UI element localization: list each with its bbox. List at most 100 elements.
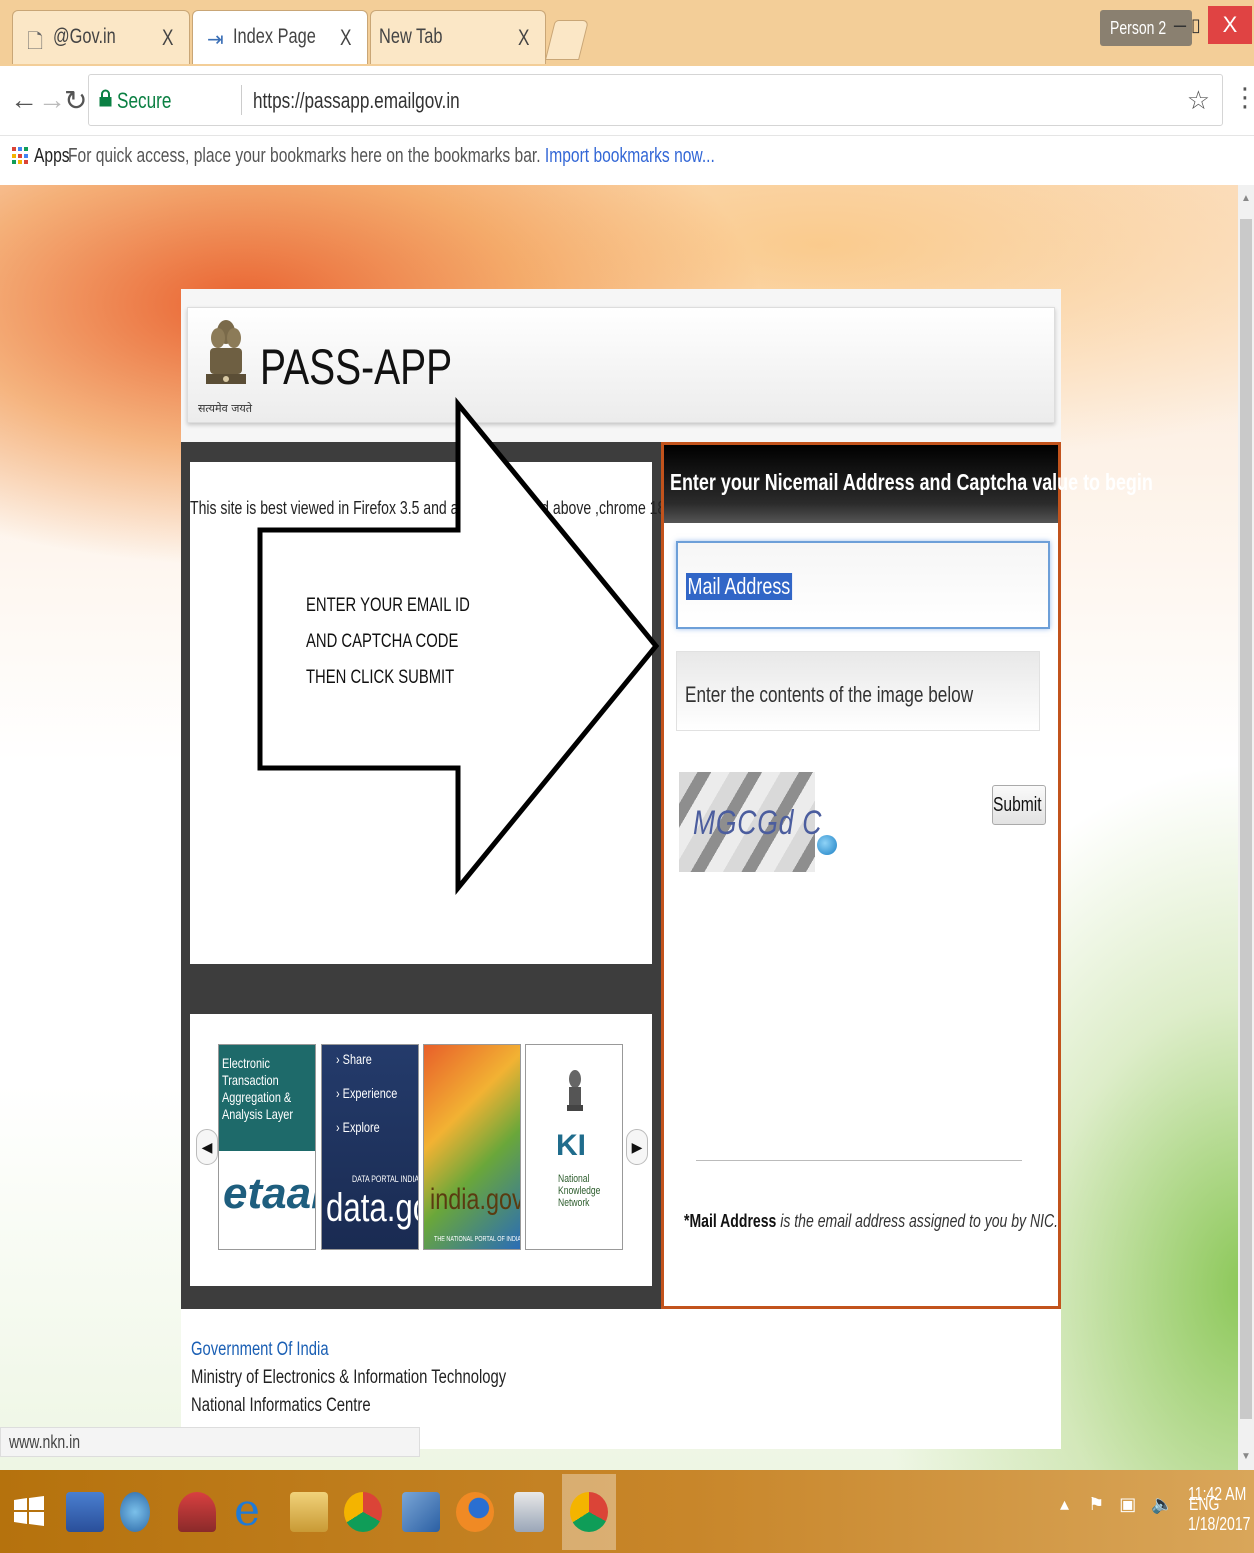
reload-icon[interactable]: ↻ <box>64 84 87 117</box>
taskbar: e ▴ ⚑ ▣ 🔈 ENG 11:42 AM 1/18/2017 <box>0 1470 1254 1553</box>
tab-label: New Tab <box>379 25 443 48</box>
snipping-tool-icon[interactable] <box>178 1492 216 1532</box>
refresh-captcha-icon[interactable] <box>817 835 837 855</box>
etaal-logo: etaal <box>223 1169 316 1218</box>
emblem-icon <box>567 1070 583 1111</box>
bookmarks-bar: Apps For quick access, place your bookma… <box>0 137 1254 185</box>
vertical-scrollbar[interactable]: ▲ ▼ <box>1238 185 1254 1470</box>
divider <box>696 1160 1022 1161</box>
submit-label: Submit <box>993 793 1042 816</box>
tab-gov-in[interactable]: 🗋 @Gov.in X <box>12 10 190 64</box>
mail-address-input[interactable]: Mail Address <box>676 541 1050 629</box>
india-gov-in-banner[interactable]: india.gov.in THE NATIONAL PORTAL OF INDI… <box>423 1044 521 1250</box>
left-panel: This site is best viewed in Firefox 3.5 … <box>181 442 739 1309</box>
status-url-text: www.nkn.in <box>9 1432 81 1452</box>
captcha-input[interactable]: Enter the contents of the image below <box>676 651 1040 731</box>
tab-index-page[interactable]: ⇥ Index Page X <box>192 10 368 64</box>
app-icon[interactable] <box>402 1492 440 1532</box>
form-header: Enter your Nicemail Address and Captcha … <box>664 445 1153 523</box>
browser-compatibility-note: This site is best viewed in Firefox 3.5 … <box>190 498 739 518</box>
india-gov-tagline: THE NATIONAL PORTAL OF INDIA <box>434 1236 521 1243</box>
carousel-prev-icon[interactable]: ◀ <box>196 1129 218 1165</box>
page-icon: 🗋 <box>27 31 44 53</box>
close-tab-icon[interactable]: X <box>340 25 351 51</box>
ministry-text: Ministry of Electronics & Information Te… <box>191 1367 507 1388</box>
windows-start-icon[interactable] <box>14 1496 44 1526</box>
app-header: सत्यमेव जयते PASS-APP <box>187 307 1055 423</box>
menu-icon[interactable]: ⋮ <box>1232 82 1254 113</box>
page-title: PASS-APP <box>260 339 453 395</box>
internet-explorer-icon[interactable]: e <box>234 1489 272 1533</box>
captcha-placeholder: Enter the contents of the image below <box>685 682 974 707</box>
annotation-line: THEN CLICK SUBMIT <box>306 667 455 688</box>
partner-carousel: ◀ Electronic Transaction Aggregation & A… <box>190 1014 652 1286</box>
status-bar-url: www.nkn.in <box>0 1427 420 1457</box>
login-form-panel: Enter your Nicemail Address and Captcha … <box>661 442 1153 1309</box>
national-emblem-icon: सत्यमेव जयते <box>198 320 253 415</box>
close-tab-icon[interactable]: X <box>518 25 529 51</box>
calculator-icon[interactable] <box>514 1492 544 1532</box>
clock-date[interactable]: 1/18/2017 <box>1188 1514 1250 1535</box>
submit-button[interactable]: Submit <box>992 785 1046 825</box>
chrome-running-icon[interactable] <box>570 1492 608 1532</box>
mail-address-value: Mail Address <box>686 573 792 600</box>
scroll-thumb[interactable] <box>1240 219 1252 1419</box>
new-tab-button[interactable] <box>545 20 589 60</box>
apps-grid-icon[interactable] <box>12 147 30 165</box>
bookmarks-hint-text: For quick access, place your bookmarks h… <box>68 145 541 167</box>
datagov-item: › Experience <box>336 1085 398 1101</box>
action-center-icon[interactable]: ⚑ <box>1088 1494 1104 1514</box>
clock-time[interactable]: 11:42 AM <box>1188 1484 1246 1505</box>
datagov-item: › Explore <box>336 1119 380 1135</box>
bookmarks-hint: For quick access, place your bookmarks h… <box>68 145 715 168</box>
note-text: is the email address assigned to you by … <box>776 1211 1059 1231</box>
tab-new-tab[interactable]: New Tab X <box>370 10 546 64</box>
network-status-icon[interactable]: ▣ <box>1119 1494 1136 1514</box>
firefox-icon[interactable] <box>456 1492 494 1532</box>
scroll-up-icon[interactable]: ▲ <box>1241 193 1251 204</box>
url-text[interactable]: https://passapp.emailgov.in <box>253 88 460 114</box>
import-bookmarks-link[interactable]: Import bookmarks now... <box>545 145 715 167</box>
emblem-motto: सत्यमेव जयते <box>198 402 253 415</box>
network-icon[interactable] <box>120 1492 150 1532</box>
page-viewport: ▲ ▼ सत्यमेव जयते PASS-APP This site is b… <box>0 185 1254 1470</box>
forward-arrow-icon[interactable]: → <box>38 84 66 116</box>
annotation-line: AND CAPTCHA CODE <box>306 631 459 652</box>
address-bar[interactable]: Secure https://passapp.emailgov.in ☆ <box>88 74 1223 126</box>
datagov-item: › Share <box>336 1051 372 1067</box>
government-of-india-link[interactable]: Government Of India <box>191 1339 329 1361</box>
profile-name: Person 2 <box>1110 18 1167 38</box>
app-container: सत्यमेव जयते PASS-APP This site is best … <box>181 289 1153 1449</box>
note-bold: *Mail Address <box>684 1211 777 1231</box>
carousel-next-icon[interactable]: ▶ <box>626 1129 648 1165</box>
close-window-button[interactable]: X <box>1208 6 1252 44</box>
etaal-banner[interactable]: Electronic Transaction Aggregation & Ana… <box>218 1044 316 1250</box>
divider <box>241 85 242 115</box>
chrome-icon[interactable] <box>344 1492 382 1532</box>
back-arrow-icon[interactable]: ← <box>10 84 38 116</box>
captcha-code: MGCGd C <box>693 804 823 842</box>
bookmark-star-icon[interactable]: ☆ <box>1187 85 1210 116</box>
volume-icon[interactable]: 🔈 <box>1151 1494 1173 1514</box>
show-hidden-icons-icon[interactable]: ▴ <box>1060 1494 1069 1514</box>
scroll-down-icon[interactable]: ▼ <box>1241 1451 1251 1462</box>
data-gov-in-banner[interactable]: › Share › Experience › Explore DATA PORT… <box>321 1044 419 1250</box>
tab-label: Index Page <box>233 25 316 48</box>
nkn-caption: National Knowledge Network <box>558 1173 601 1209</box>
annotation-line: ENTER YOUR EMAIL ID <box>306 595 470 616</box>
apps-link[interactable]: Apps <box>34 145 70 168</box>
file-explorer-icon[interactable] <box>290 1492 328 1532</box>
mail-address-note: *Mail Address is the email address assig… <box>684 1211 1058 1232</box>
lock-icon <box>99 89 112 107</box>
close-tab-icon[interactable]: X <box>162 25 173 51</box>
datagov-logo: data.gov.in <box>326 1186 418 1230</box>
browser-toolbar: ← → ↻ Secure https://passapp.emailgov.in… <box>0 66 1254 136</box>
nkn-banner[interactable]: KI National Knowledge Network <box>525 1044 623 1250</box>
computer-icon[interactable] <box>66 1492 104 1532</box>
india-gov-logo: india.gov.in <box>430 1183 521 1216</box>
form-title: Enter your Nicemail Address and Captcha … <box>670 469 1153 495</box>
etaal-caption: Electronic Transaction Aggregation & Ana… <box>222 1055 294 1122</box>
secure-label: Secure <box>117 88 172 113</box>
nkn-logo-icon: KI <box>556 1129 586 1162</box>
nic-text: National Informatics Centre <box>191 1395 371 1416</box>
